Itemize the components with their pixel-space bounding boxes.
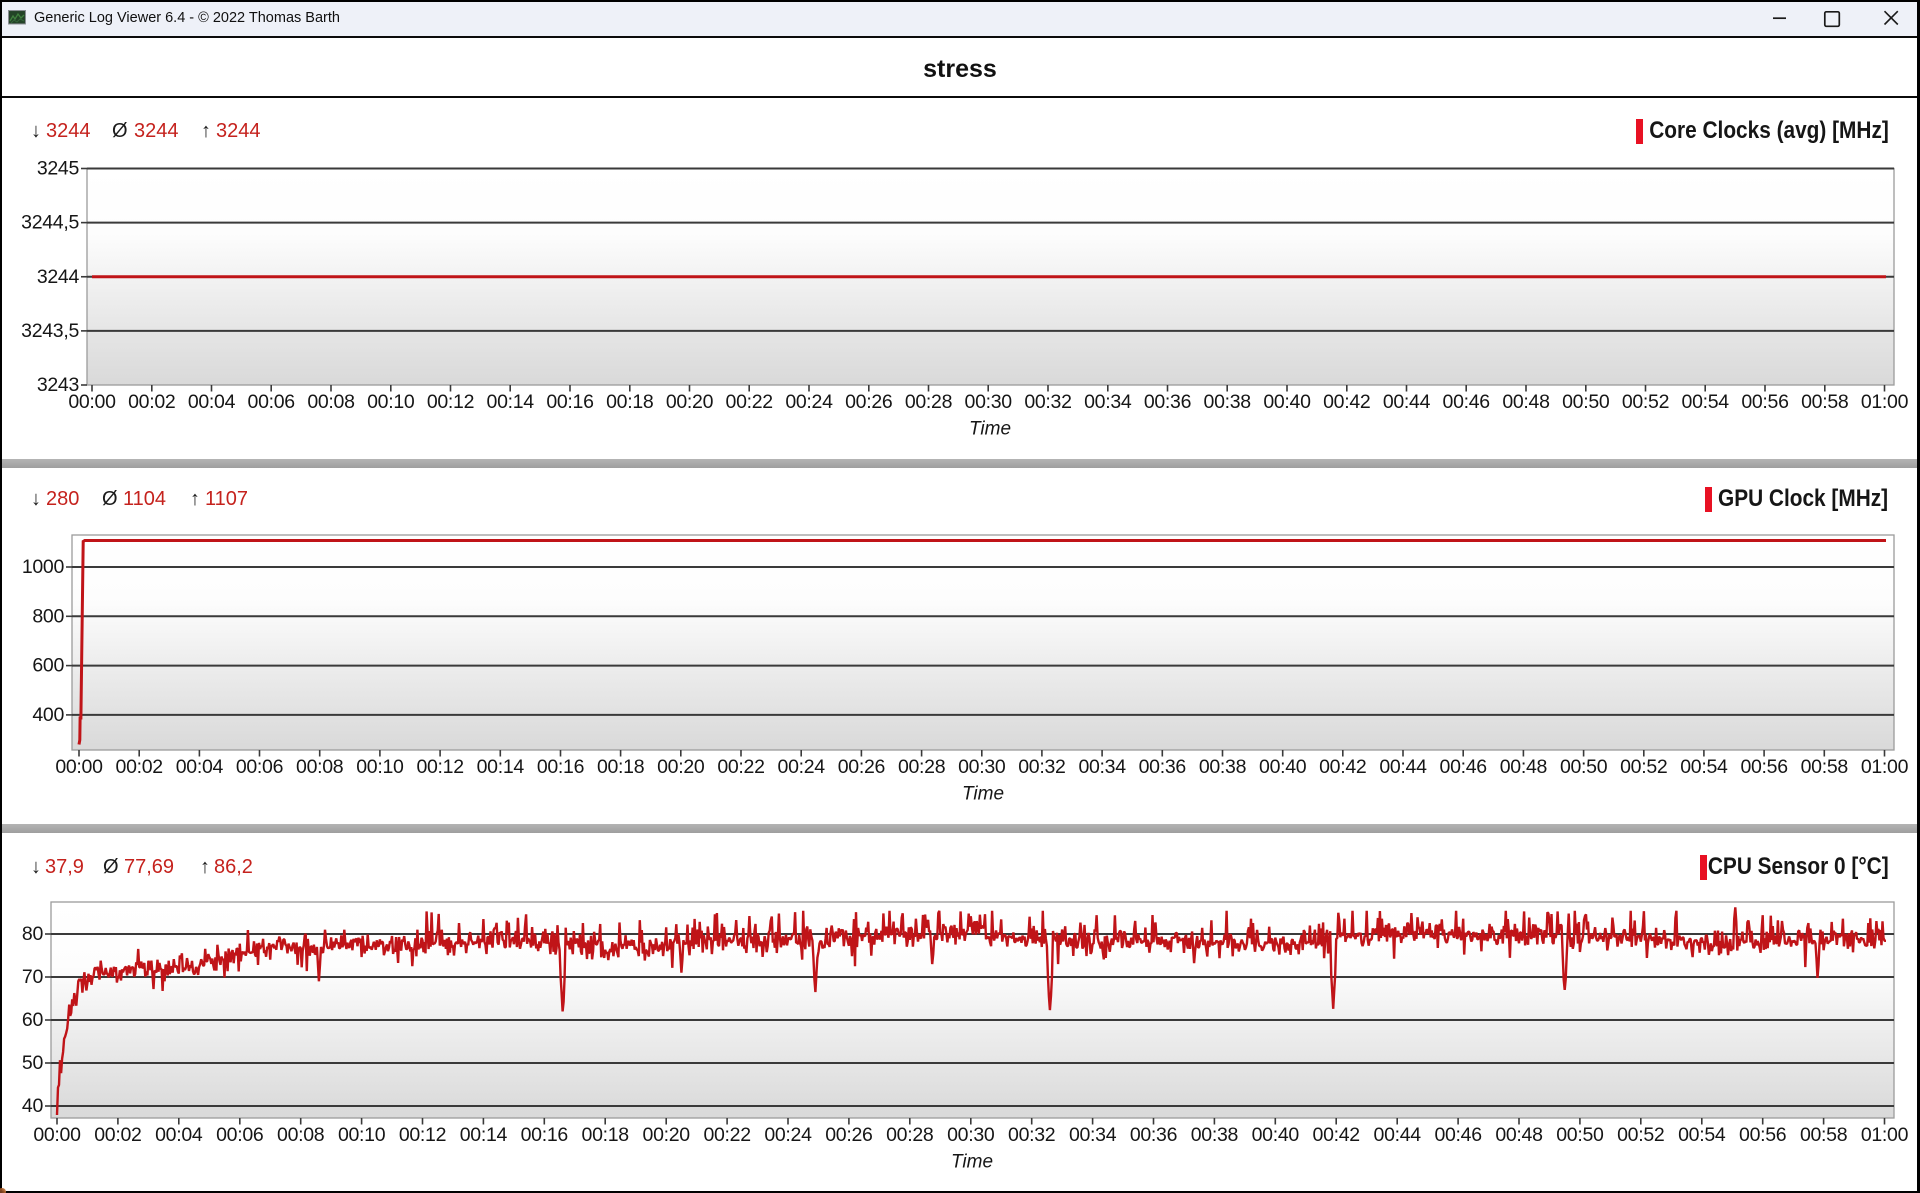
svg-text:00:26: 00:26: [825, 1124, 872, 1146]
svg-text:00:24: 00:24: [764, 1124, 812, 1146]
svg-text:00:56: 00:56: [1739, 1124, 1786, 1146]
svg-text:00:18: 00:18: [582, 1124, 629, 1146]
svg-text:00:44: 00:44: [1374, 1124, 1422, 1146]
svg-text:00:30: 00:30: [947, 1124, 995, 1146]
svg-text:00:06: 00:06: [216, 1124, 263, 1146]
svg-text:00:04: 00:04: [155, 1124, 203, 1146]
svg-text:00:10: 00:10: [338, 1124, 386, 1146]
svg-text:01:00: 01:00: [1861, 1124, 1909, 1146]
svg-text:80: 80: [22, 923, 44, 945]
svg-text:60: 60: [22, 1009, 44, 1031]
svg-text:00:52: 00:52: [1617, 1124, 1664, 1146]
svg-text:00:12: 00:12: [399, 1124, 446, 1146]
svg-text:00:20: 00:20: [643, 1124, 691, 1146]
svg-text:00:50: 00:50: [1556, 1124, 1604, 1146]
svg-text:50: 50: [22, 1052, 44, 1074]
svg-text:40: 40: [22, 1095, 44, 1117]
svg-text:Time: Time: [951, 1152, 993, 1173]
svg-text:00:34: 00:34: [1069, 1124, 1117, 1146]
svg-text:00:48: 00:48: [1495, 1124, 1542, 1146]
svg-text:00:40: 00:40: [1252, 1124, 1300, 1146]
svg-text:00:58: 00:58: [1800, 1124, 1847, 1146]
svg-text:00:36: 00:36: [1130, 1124, 1177, 1146]
svg-text:00:46: 00:46: [1434, 1124, 1481, 1146]
svg-text:00:14: 00:14: [460, 1124, 508, 1146]
svg-text:00:32: 00:32: [1008, 1124, 1055, 1146]
svg-text:00:08: 00:08: [277, 1124, 324, 1146]
svg-text:00:00: 00:00: [33, 1124, 81, 1146]
svg-text:00:22: 00:22: [703, 1124, 750, 1146]
svg-text:00:38: 00:38: [1191, 1124, 1238, 1146]
svg-text:00:02: 00:02: [94, 1124, 141, 1146]
svg-text:00:28: 00:28: [886, 1124, 933, 1146]
svg-text:00:54: 00:54: [1678, 1124, 1726, 1146]
svg-text:00:42: 00:42: [1313, 1124, 1360, 1146]
svg-text:00:16: 00:16: [521, 1124, 568, 1146]
svg-text:70: 70: [22, 966, 44, 988]
